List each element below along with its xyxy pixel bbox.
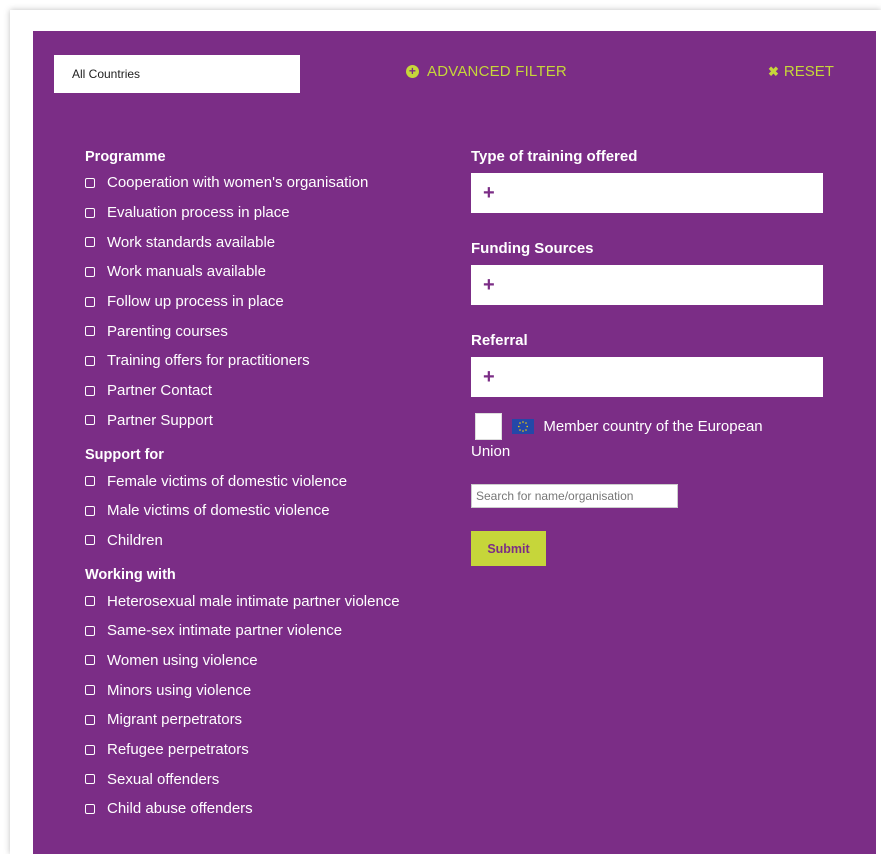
eu-flag-icon [512,419,535,434]
eu-member-label-continued: Union [471,443,511,460]
checkbox-icon[interactable] [85,744,95,755]
checkbox-item[interactable]: Migrant perpetrators [85,705,455,735]
eu-member-label: Member country of the European [543,418,763,435]
plus-icon: + [483,366,495,388]
checkbox-label: Women using violence [107,651,258,669]
checkbox-icon[interactable] [85,505,95,516]
checkbox-icon[interactable] [85,803,95,814]
checkbox-label: Child abuse offenders [107,800,253,818]
reset-label: RESET [783,63,834,80]
checkbox-item[interactable]: Training offers for practitioners [85,346,455,376]
checkbox-label: Cooperation with women's organisation [107,174,369,192]
checkbox-item[interactable]: Heterosexual male intimate partner viole… [85,586,455,616]
checkbox-label: Training offers for practitioners [107,352,310,370]
checkbox-item[interactable]: Child abuse offenders [85,794,455,824]
search-input[interactable] [471,484,678,508]
checkbox-item[interactable]: Sexual offenders [85,764,455,794]
checkbox-label: Parenting courses [107,322,228,340]
checkbox-item[interactable]: Work manuals available [85,257,455,287]
checkbox-label: Work standards available [107,233,276,251]
checkbox-item[interactable]: Partner Contact [85,376,455,406]
checkbox-label: Minors using violence [107,681,252,699]
checkbox-label: Evaluation process in place [107,204,290,222]
checkbox-icon[interactable] [85,625,95,636]
checkbox-label: Follow up process in place [107,293,284,311]
referral-selector[interactable]: + [471,357,823,397]
training-type-selector[interactable]: + [471,173,823,213]
checkbox-icon[interactable] [85,296,95,307]
checkbox-icon[interactable] [85,476,95,487]
checkbox-icon[interactable] [85,415,95,426]
field-title-referral: Referral [471,332,528,349]
checkbox-item[interactable]: Work standards available [85,227,455,257]
checkbox-label: Work manuals available [107,263,266,281]
checkbox-icon[interactable] [85,535,95,546]
close-icon: ✖ [768,63,779,79]
checkbox-label: Male victims of domestic violence [107,502,330,520]
checkbox-icon[interactable] [85,385,95,396]
checkbox-icon[interactable] [85,355,95,366]
checkbox-icon[interactable] [85,655,95,666]
checkbox-label: Partner Contact [107,382,213,400]
submit-button[interactable]: Submit [471,531,546,566]
checkbox-icon[interactable] [85,685,95,696]
checkbox-label: Sexual offenders [107,770,220,788]
checkbox-item[interactable]: Parenting courses [85,316,455,346]
checkbox-item[interactable]: Evaluation process in place [85,198,455,228]
checkbox-icon[interactable] [85,596,95,607]
checkbox-icon[interactable] [85,774,95,785]
checkbox-item[interactable]: Partner Support [85,406,455,436]
reset-button[interactable]: ✖ RESET [768,63,834,80]
checkbox-label: Refugee perpetrators [107,741,249,759]
checkbox-label: Migrant perpetrators [107,711,243,729]
checkbox-icon[interactable] [85,177,95,188]
checkbox-icon[interactable] [85,714,95,725]
group-title-working-with: Working with [85,567,176,584]
checkbox-label: Children [107,531,163,549]
checkbox-item[interactable]: Refugee perpetrators [85,735,455,765]
checkbox-item[interactable]: Male victims of domestic violence [85,496,455,526]
checkbox-icon[interactable] [85,207,95,218]
group-title-support-for: Support for [85,447,164,464]
checkbox-icon[interactable] [85,237,95,248]
checkbox-icon[interactable] [85,266,95,277]
checkbox-label: Same-sex intimate partner violence [107,622,343,640]
checkbox-item[interactable]: Follow up process in place [85,287,455,317]
checkbox-label: Female victims of domestic violence [107,472,348,490]
checkbox-item[interactable]: Same-sex intimate partner violence [85,616,455,646]
field-title-funding: Funding Sources [471,240,594,257]
eu-member-checkbox[interactable] [475,413,502,440]
multiselect-fields: Type of training offered + Funding Sourc… [471,145,825,421]
checkbox-item[interactable]: Cooperation with women's organisation [85,168,455,198]
checkbox-label: Heterosexual male intimate partner viole… [107,592,400,610]
checkbox-groups: Programme Cooperation with women's organ… [85,146,455,824]
plus-icon: + [483,274,495,296]
advanced-filter-toggle[interactable]: + ADVANCED FILTER [406,63,567,80]
plus-circle-icon: + [406,65,419,78]
advanced-filter-label: ADVANCED FILTER [427,63,567,80]
checkbox-item[interactable]: Minors using violence [85,675,455,705]
country-select[interactable]: All Countries [54,55,300,93]
field-title-training: Type of training offered [471,148,638,165]
plus-icon: + [483,182,495,204]
checkbox-icon[interactable] [85,326,95,337]
checkbox-item[interactable]: Children [85,526,455,556]
funding-sources-selector[interactable]: + [471,265,823,305]
group-title-programme: Programme [85,149,166,165]
filter-panel: All Countries + ADVANCED FILTER ✖ RESET … [33,31,876,854]
checkbox-item[interactable]: Women using violence [85,646,455,676]
checkbox-item[interactable]: Female victims of domestic violence [85,466,455,496]
eu-member-filter: Member country of the European Union [471,413,815,460]
checkbox-label: Partner Support [107,411,213,429]
